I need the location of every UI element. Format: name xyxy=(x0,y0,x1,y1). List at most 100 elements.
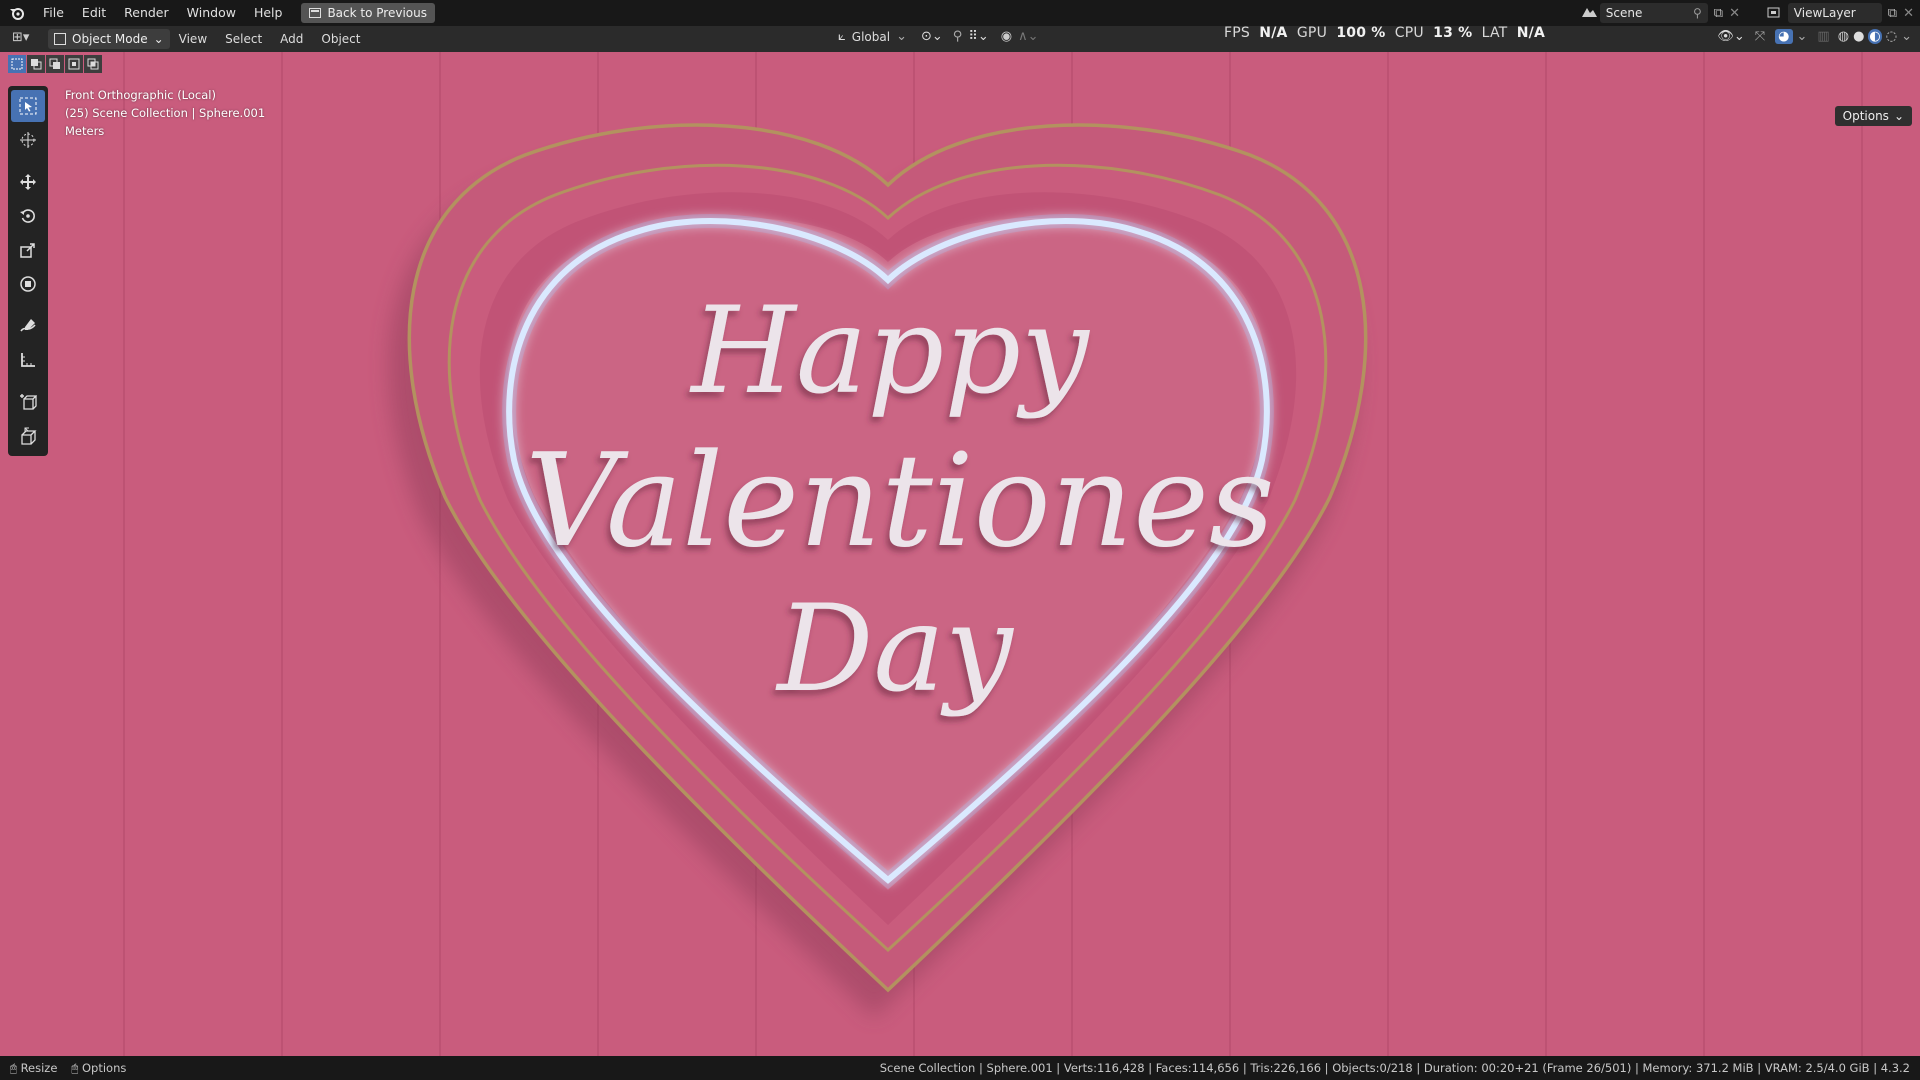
pivot-icon[interactable]: ⊙⌄ xyxy=(921,29,943,44)
3d-viewport[interactable]: Happy Valentiones Day Options ⌄ xyxy=(0,52,1920,1056)
menu-help[interactable]: Help xyxy=(245,0,292,26)
cpu-value: 13 % xyxy=(1433,25,1473,41)
orientation-dropdown[interactable]: Global xyxy=(852,30,890,44)
select-invert-icon[interactable] xyxy=(65,55,83,73)
fps-label: FPS xyxy=(1224,25,1250,41)
mode-selector[interactable]: Object Mode ⌄ xyxy=(48,29,170,49)
menu-view[interactable]: View xyxy=(170,32,216,46)
cursor-tool[interactable] xyxy=(11,124,45,156)
overlays-icon[interactable]: ◕ xyxy=(1775,29,1793,44)
move-icon xyxy=(20,174,36,190)
tool-shelf xyxy=(8,86,48,456)
active-collection: (25) Scene Collection | Sphere.001 xyxy=(65,106,266,120)
select-new-icon[interactable] xyxy=(8,55,26,73)
chevron-down-icon[interactable]: ⌄ xyxy=(1797,29,1808,44)
menu-add[interactable]: Add xyxy=(271,32,312,46)
performance-stats: FPS N/A GPU 100 % CPU 13 % LAT N/A xyxy=(1224,25,1545,41)
chevron-down-icon: ⌄ xyxy=(896,29,907,44)
select-subtract-icon[interactable] xyxy=(46,55,64,73)
rotate-icon xyxy=(20,209,35,223)
view-layer-icon xyxy=(1767,7,1780,18)
view-layer-field[interactable]: ViewLayer xyxy=(1787,3,1882,23)
chevron-down-icon: ⌄ xyxy=(1893,109,1904,123)
orientation-icon: ⟀ xyxy=(838,29,846,44)
delete-scene-icon[interactable]: ✕ xyxy=(1729,6,1740,21)
scene-icon xyxy=(1581,8,1597,17)
cpu-label: CPU xyxy=(1394,25,1424,41)
cursor-icon xyxy=(20,132,36,148)
measure-tool[interactable] xyxy=(11,344,45,376)
select-intersect-icon[interactable] xyxy=(84,55,102,73)
viewport-info-overlay: Front Orthographic (Local) (25) Scene Co… xyxy=(65,86,265,140)
options-dropdown[interactable]: Options ⌄ xyxy=(1834,106,1912,126)
solid-shading-icon[interactable]: ● xyxy=(1853,29,1864,44)
xray-icon[interactable]: ▥ xyxy=(1817,29,1829,44)
chevron-down-icon[interactable]: ⌄ xyxy=(1901,29,1912,44)
heart-text-valentiones: Valentiones xyxy=(525,427,1274,576)
material-shading-icon[interactable]: ◐ xyxy=(1868,29,1882,44)
transform-tools: ⟀ Global ⌄ ⊙⌄ ⚲ ⠿⌄ ◉ ∧⌄ xyxy=(838,29,1039,44)
wireframe-shading-icon[interactable]: ◍ xyxy=(1838,29,1849,44)
resize-hint: 🖱 Resize xyxy=(10,1061,57,1076)
new-scene-icon[interactable]: ⧉ xyxy=(1714,6,1723,21)
mouse-left-icon: 🖱 xyxy=(10,1060,17,1075)
fps-value: N/A xyxy=(1259,25,1288,41)
gizmo-icon[interactable]: ⤧ xyxy=(1755,29,1765,44)
units-label: Meters xyxy=(65,124,105,138)
menu-window[interactable]: Window xyxy=(178,0,245,26)
menu-render[interactable]: Render xyxy=(115,0,178,26)
menu-edit[interactable]: Edit xyxy=(73,0,115,26)
menu-file[interactable]: File xyxy=(34,0,73,26)
view-name: Front Orthographic (Local) xyxy=(65,88,216,102)
viewport-render: Happy Valentiones Day xyxy=(123,52,1863,1056)
mouse-right-icon: 🖱 xyxy=(71,1060,79,1075)
selection-mode-buttons xyxy=(8,55,102,73)
falloff-icon[interactable]: ∧⌄ xyxy=(1018,29,1038,44)
viewport-header: ⊞▾ Object Mode ⌄ View Select Add Object … xyxy=(0,26,1920,52)
scene-name-field[interactable]: Scene ⚲ xyxy=(1599,3,1708,23)
status-bar: 🖱 Resize 🖱 Options Scene Collection | Sp… xyxy=(0,1056,1920,1080)
screen-icon xyxy=(309,8,322,18)
snap-grid-icon[interactable]: ⠿⌄ xyxy=(968,29,988,44)
blender-logo-icon[interactable] xyxy=(0,0,34,26)
transform-tool[interactable] xyxy=(11,268,45,300)
gpu-value: 100 % xyxy=(1336,25,1386,41)
select-extend-icon[interactable] xyxy=(27,55,45,73)
extrude-tool[interactable] xyxy=(11,420,45,452)
visibility-icon[interactable]: 👁⌄ xyxy=(1717,29,1744,44)
object-mode-icon xyxy=(54,33,66,45)
rendered-shading-icon[interactable]: ◌ xyxy=(1886,29,1897,44)
top-menubar: File Edit Render Window Help Back to Pre… xyxy=(0,0,1920,26)
new-view-layer-icon[interactable]: ⧉ xyxy=(1888,6,1897,21)
menu-select[interactable]: Select xyxy=(216,32,271,46)
annotate-icon xyxy=(20,319,36,332)
scene-selector[interactable]: Scene ⚲ ⧉ ✕ xyxy=(1580,3,1740,23)
annotate-tool[interactable] xyxy=(11,310,45,342)
mode-label: Object Mode xyxy=(72,32,148,46)
measure-icon xyxy=(21,353,35,367)
view-layer-selector[interactable]: ViewLayer ⧉ ✕ xyxy=(1766,3,1914,23)
view-layer-name: ViewLayer xyxy=(1793,6,1856,20)
lat-label: LAT xyxy=(1481,25,1508,41)
gpu-label: GPU xyxy=(1296,25,1328,41)
viewport-display-tools: 👁⌄ ⤧ ◕ ⌄ ▥ ◍ ● ◐ ◌ ⌄ xyxy=(1717,29,1912,44)
select-box-tool[interactable] xyxy=(11,90,45,122)
editor-type-icon[interactable]: ⊞▾ xyxy=(12,30,29,45)
scene-statistics: Scene Collection | Sphere.001 | Verts:11… xyxy=(879,1061,1910,1075)
proportional-edit-icon[interactable]: ◉ xyxy=(1001,29,1012,44)
lat-value: N/A xyxy=(1516,25,1545,41)
options-hint: 🖱 Options xyxy=(71,1061,126,1076)
back-to-previous-button[interactable]: Back to Previous xyxy=(301,3,435,23)
delete-view-layer-icon[interactable]: ✕ xyxy=(1903,6,1914,21)
add-cube-tool[interactable] xyxy=(11,386,45,418)
add-cube-icon xyxy=(20,394,37,410)
move-tool[interactable] xyxy=(11,166,45,198)
select-box-icon xyxy=(19,97,37,115)
scale-tool[interactable] xyxy=(11,234,45,266)
pin-icon[interactable]: ⚲ xyxy=(1693,6,1702,20)
snap-icon[interactable]: ⚲ xyxy=(953,29,963,44)
scene-name: Scene xyxy=(1605,6,1643,20)
chevron-down-icon: ⌄ xyxy=(153,32,164,46)
menu-object[interactable]: Object xyxy=(312,32,369,46)
rotate-tool[interactable] xyxy=(11,200,45,232)
